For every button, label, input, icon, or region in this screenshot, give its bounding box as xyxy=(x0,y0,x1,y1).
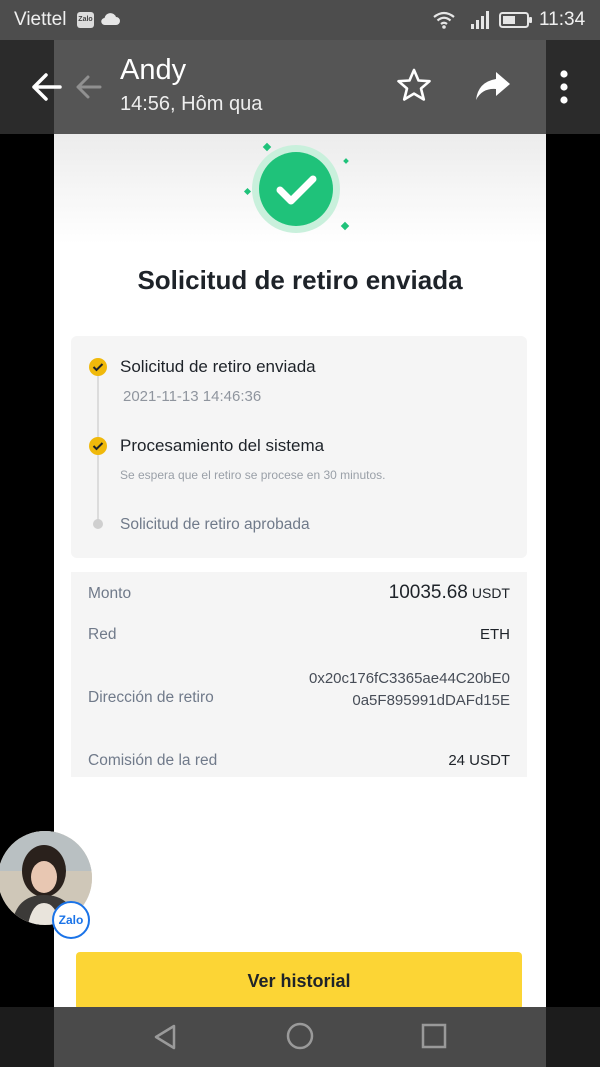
network-label: Red xyxy=(88,626,117,643)
navigation-bar xyxy=(0,1007,600,1067)
network-value: ETH xyxy=(480,626,510,643)
fee-value: 24 USDT xyxy=(448,752,510,769)
address-label: Dirección de retiro xyxy=(88,689,214,706)
withdrawal-steps: Solicitud de retiro enviada 2021-11-13 1… xyxy=(71,336,527,558)
address-value: 0x20c176fC3365ae44C20bE0 0a5F895991dDAFd… xyxy=(309,668,510,712)
message-timestamp: 14:56, Hôm qua xyxy=(120,93,263,115)
battery-icon xyxy=(499,12,532,28)
nav-back-icon[interactable] xyxy=(150,1021,182,1053)
wifi-icon xyxy=(433,11,455,29)
photo-viewer-header: Andy 14:56, Hôm qua xyxy=(0,40,600,134)
share-icon[interactable] xyxy=(472,68,514,104)
address-line-1: 0x20c176fC3365ae44C20bE0 xyxy=(309,670,510,687)
status-bar: Viettel Zalo 11:34 xyxy=(0,0,600,40)
step-pending-icon xyxy=(93,519,103,529)
signal-icon xyxy=(471,11,489,29)
checkmark-icon xyxy=(243,142,350,233)
amount-value: 10035.68 USDT xyxy=(389,582,510,604)
step-label: Solicitud de retiro aprobada xyxy=(120,516,310,533)
amount-unit: USDT xyxy=(471,585,510,601)
back-arrow-icon[interactable] xyxy=(22,65,70,109)
amount-number: 10035.68 xyxy=(388,582,468,603)
step-note: Se espera que el retiro se procese en 30… xyxy=(120,468,386,482)
zalo-badge: Zalo xyxy=(52,901,90,939)
page-title: Solicitud de retiro enviada xyxy=(137,265,463,295)
amount-label: Monto xyxy=(88,585,132,602)
step-done-icon xyxy=(89,358,107,376)
step-label: Solicitud de retiro enviada xyxy=(120,357,316,376)
view-history-button[interactable]: Ver historial xyxy=(76,952,522,1010)
nav-home-icon[interactable] xyxy=(284,1020,316,1052)
more-icon[interactable] xyxy=(548,66,580,108)
fee-label: Comisión de la red xyxy=(88,752,218,769)
step-done-icon xyxy=(89,437,107,455)
carrier-name: Viettel xyxy=(14,9,67,30)
back-arrow-ghost-icon xyxy=(76,75,102,99)
address-line-2: 0a5F895991dDAFd15E xyxy=(352,692,510,709)
sender-name: Andy xyxy=(120,54,187,86)
zalo-notification-icon: Zalo xyxy=(77,12,94,28)
nav-recent-apps-icon[interactable] xyxy=(418,1020,450,1052)
shared-screenshot: Solicitud de retiro enviada Solicitud de… xyxy=(54,134,546,1010)
cloud-icon xyxy=(101,13,120,26)
status-clock: 11:34 xyxy=(539,9,586,30)
step-timestamp: 2021-11-13 14:46:36 xyxy=(123,388,262,405)
withdrawal-details: Monto 10035.68 USDT Red ETH Dirección de … xyxy=(71,572,527,777)
step-label: Procesamiento del sistema xyxy=(120,436,325,455)
star-icon[interactable] xyxy=(394,66,434,106)
chat-head[interactable]: Zalo xyxy=(0,831,92,939)
